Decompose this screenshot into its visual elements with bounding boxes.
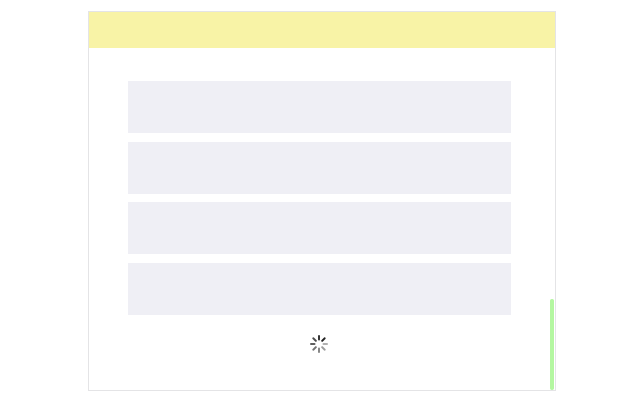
top-banner xyxy=(89,12,555,48)
spinner-spoke xyxy=(312,337,317,342)
spinner-spoke xyxy=(321,337,326,342)
scrollbar-thumb[interactable] xyxy=(550,299,554,390)
placeholder-row xyxy=(128,202,511,254)
placeholder-row xyxy=(128,81,511,133)
spinner-spoke xyxy=(312,346,317,351)
placeholder-row xyxy=(128,142,511,194)
content-panel xyxy=(88,11,556,391)
spinner-spoke xyxy=(321,346,326,351)
placeholder-row xyxy=(128,263,511,315)
loading-spinner-icon xyxy=(310,335,328,353)
